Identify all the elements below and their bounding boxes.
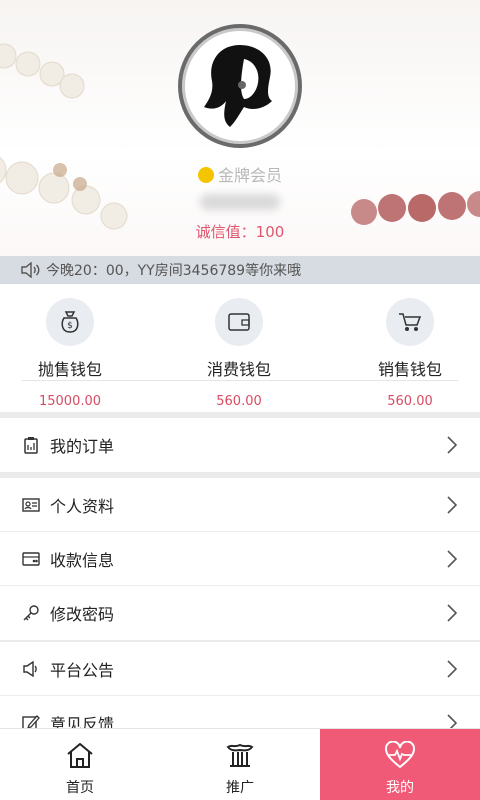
wallet-sell[interactable]: $ 抛售钱包 15000.00 — [10, 298, 130, 409]
wallet-name: 消费钱包 — [206, 360, 271, 379]
menu-item-announcement[interactable]: 平台公告 — [0, 642, 480, 696]
gold-coin-icon — [197, 167, 214, 183]
menu-group-account: 个人资料 收款信息 修改密码 — [0, 478, 480, 640]
menu-item-orders[interactable]: 我的订单 — [0, 418, 480, 472]
wallet-name: 销售钱包 — [377, 360, 442, 379]
chevron-right-icon — [447, 496, 458, 514]
tab-mine[interactable]: 我的 — [320, 729, 480, 800]
chevron-right-icon — [447, 436, 458, 454]
menu-item-label: 个人资料 — [50, 496, 115, 516]
tab-label: 我的 — [386, 780, 414, 796]
bottom-tab-bar: 首页 推广 我的 — [0, 728, 480, 800]
blurred-username — [200, 194, 280, 210]
card-icon — [22, 550, 40, 568]
member-level: 金牌会员 — [0, 162, 480, 186]
menu-item-payment[interactable]: 收款信息 — [0, 532, 480, 586]
home-icon — [67, 742, 93, 768]
wallet-panel: $ 抛售钱包 15000.00 消费钱包 560.00 销售钱包 560.00 — [0, 284, 480, 412]
wallet-amount: 15000.00 — [38, 394, 102, 409]
tab-home[interactable]: 首页 — [0, 729, 160, 800]
wallet-sales[interactable]: 销售钱包 560.00 — [350, 298, 470, 409]
promote-icon — [226, 743, 254, 767]
money-bag-icon: $ — [61, 311, 79, 333]
credit-score: 诚信值：100 — [195, 223, 285, 241]
key-icon — [22, 604, 40, 622]
menu-item-label: 我的订单 — [50, 437, 115, 456]
tab-label: 推广 — [226, 780, 254, 796]
menu-item-password[interactable]: 修改密码 — [0, 586, 480, 640]
menu-item-label: 收款信息 — [50, 550, 115, 570]
chevron-right-icon — [447, 550, 458, 568]
chevron-right-icon — [447, 660, 458, 678]
speaker-icon — [21, 262, 40, 278]
wallet-name: 抛售钱包 — [37, 360, 102, 379]
wallet-icon — [228, 313, 250, 331]
notice-text: 今晚20：00，YY房间3456789等你来哦 — [46, 263, 302, 279]
id-card-icon — [22, 496, 40, 514]
heartbeat-icon — [385, 740, 415, 769]
woman-silhouette-icon — [204, 45, 272, 127]
bead-bracelet-decoration — [0, 43, 128, 230]
tab-promote[interactable]: 推广 — [160, 729, 320, 800]
notice-bar[interactable]: 今晚20：00，YY房间3456789等你来哦 — [0, 256, 480, 284]
chevron-right-icon — [447, 604, 458, 622]
megaphone-icon — [22, 660, 40, 678]
avatar[interactable] — [178, 24, 302, 148]
menu-item-label: 平台公告 — [50, 660, 115, 680]
cart-icon — [399, 313, 422, 331]
svg-text:$: $ — [67, 321, 73, 331]
profile-header — [0, 0, 480, 256]
menu-item-label: 修改密码 — [50, 605, 115, 624]
menu-group-orders: 我的订单 — [0, 418, 480, 472]
wallet-amount: 560.00 — [387, 394, 433, 409]
divider — [22, 380, 458, 381]
wallet-amount: 560.00 — [216, 394, 262, 409]
menu-item-profile[interactable]: 个人资料 — [0, 478, 480, 532]
wallet-consume[interactable]: 消费钱包 560.00 — [179, 298, 299, 409]
clipboard-icon — [22, 436, 40, 454]
tab-label: 首页 — [66, 780, 94, 796]
